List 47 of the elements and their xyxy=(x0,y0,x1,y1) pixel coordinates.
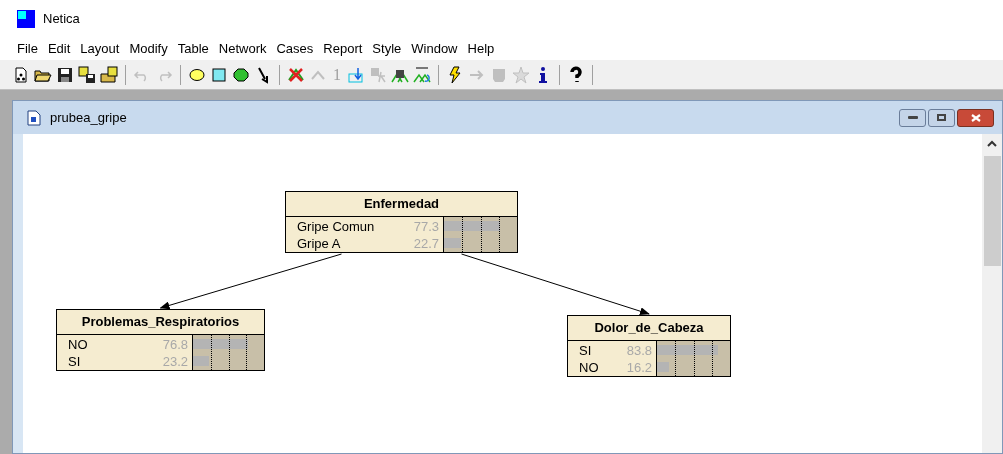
octagon-icon[interactable] xyxy=(232,65,250,84)
network-node[interactable]: Dolor_de_Cabeza SI 83.8 NO 16.2 xyxy=(567,315,731,377)
network-node[interactable]: Enfermedad Gripe Comun 77.3 Gripe A 22.7 xyxy=(285,191,518,253)
close-button[interactable] xyxy=(957,108,994,127)
state-label: SI xyxy=(68,352,81,370)
help-icon[interactable] xyxy=(567,65,585,84)
import-icon[interactable] xyxy=(347,65,365,84)
state-label: Gripe A xyxy=(297,234,341,252)
state-probability: 77.3 xyxy=(413,217,439,235)
menu-item[interactable]: Window xyxy=(406,39,463,59)
state-label: SI xyxy=(579,341,592,359)
app-logo-icon xyxy=(17,10,35,28)
state-probability: 16.2 xyxy=(626,358,652,376)
menu-item[interactable]: Modify xyxy=(124,39,173,59)
menu-item[interactable]: Edit xyxy=(42,39,76,59)
close-icon xyxy=(970,113,981,122)
state-probability: 23.2 xyxy=(162,352,188,370)
scroll-up-icon[interactable] xyxy=(987,140,997,148)
save-grid-icon[interactable] xyxy=(78,65,96,84)
new-file-icon[interactable] xyxy=(12,65,30,84)
menu-item[interactable]: File xyxy=(12,39,43,59)
delete-cross-icon[interactable] xyxy=(287,65,305,84)
square-icon[interactable] xyxy=(210,65,228,84)
restore-button[interactable] xyxy=(928,108,955,127)
menu-item[interactable]: Style xyxy=(367,39,407,59)
menu-item[interactable]: Network xyxy=(213,39,272,59)
menu-item[interactable]: Table xyxy=(172,39,214,59)
open-grid-icon[interactable] xyxy=(100,65,118,84)
menu-item[interactable]: Cases xyxy=(271,39,319,59)
minimize-button[interactable] xyxy=(899,108,926,127)
menu-item[interactable]: Report xyxy=(318,39,368,59)
network-node[interactable]: Problemas_Respiratorios NO 76.8 SI 23.2 xyxy=(56,309,265,371)
scrollbar-thumb[interactable] xyxy=(983,156,1001,266)
document-icon xyxy=(27,109,41,126)
document-title: prubea_gripe xyxy=(50,108,127,127)
state-label: NO xyxy=(579,358,599,376)
menu-item[interactable]: Layout xyxy=(75,39,125,59)
state-label: NO xyxy=(68,335,88,353)
state-probability: 83.8 xyxy=(626,341,652,359)
lightning-icon[interactable] xyxy=(446,65,464,84)
state-probability: 22.7 xyxy=(413,234,439,252)
state-label: Gripe Comun xyxy=(297,217,375,235)
vertical-scrollbar[interactable] xyxy=(982,134,1002,453)
menu-item[interactable]: Help xyxy=(462,39,500,59)
window-title: Netica xyxy=(43,10,80,29)
state-probability: 76.8 xyxy=(162,335,188,353)
function-icon[interactable] xyxy=(413,65,431,84)
